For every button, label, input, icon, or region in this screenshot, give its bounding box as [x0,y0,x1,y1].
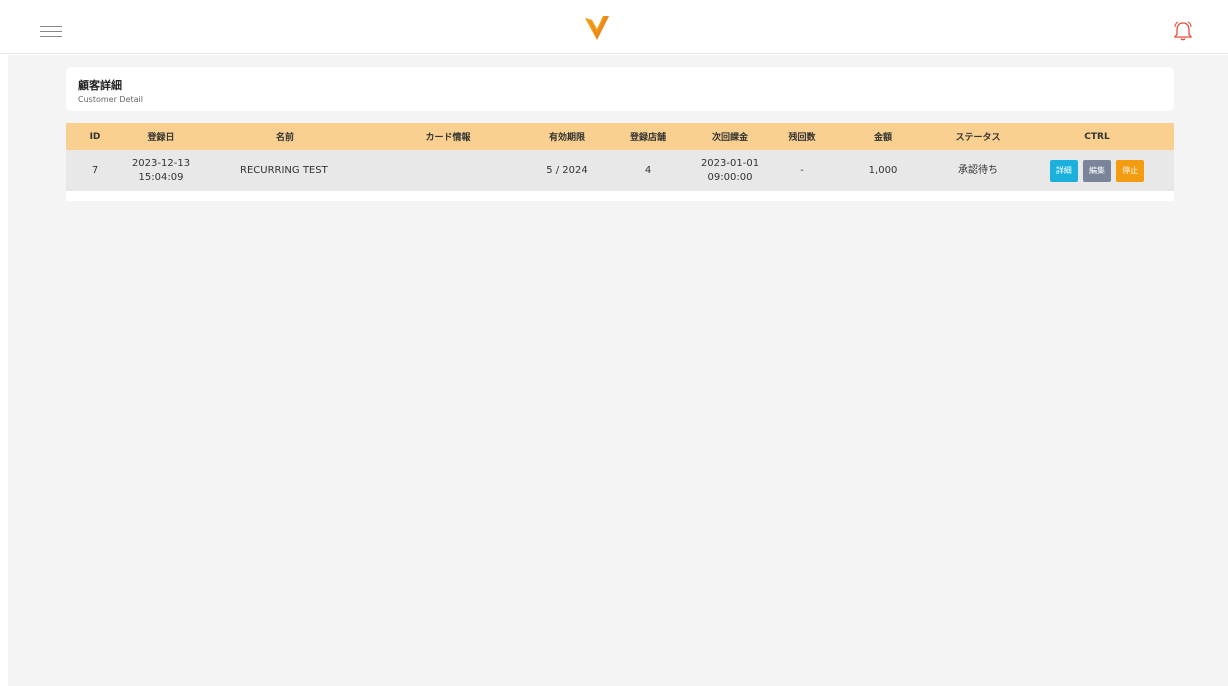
column-header-card[interactable]: カード情報 [372,123,524,150]
cell-amount: 1,000 [868,164,898,176]
cell-remaining: - [800,164,804,176]
cell-next-charge-time: 09:00:00 [707,171,753,183]
column-header-next-charge[interactable]: 次回課金 [686,123,774,150]
detail-button[interactable]: 詳細 [1049,159,1078,182]
column-header-status[interactable]: ステータス [936,123,1020,150]
table-header-row: ID 登録日 名前 カード情報 有効期限 登録店舗 次回課金 残回数 金額 ステ… [66,123,1174,150]
column-header-expiry[interactable]: 有効期限 [524,123,610,150]
column-header-amount[interactable]: 金額 [830,123,936,150]
customer-table: ID 登録日 名前 カード情報 有効期限 登録店舗 次回課金 残回数 金額 ステ… [66,123,1174,201]
column-header-store[interactable]: 登録店舗 [610,123,686,150]
column-header-ctrl: CTRL [1084,131,1110,142]
page-header-card: 顧客詳細 Customer Detail [66,67,1174,111]
bell-icon[interactable] [1172,20,1194,42]
cell-registered: 2023-12-13 15:04:09 [124,150,198,191]
cell-expiry: 5 / 2024 [546,164,588,176]
brand-logo[interactable] [583,14,611,42]
cell-registered-date: 2023-12-13 [131,157,191,169]
page-title: 顧客詳細 [78,79,122,92]
cell-registered-time: 15:04:09 [138,171,184,183]
table-row[interactable]: 7 2023-12-13 15:04:09 RECURRING TEST 5 /… [66,150,1174,191]
page-subtitle: Customer Detail [78,95,143,104]
column-header-name[interactable]: 名前 [198,123,372,150]
cell-id: 7 [91,164,99,176]
column-header-remaining[interactable]: 残回数 [774,123,830,150]
cell-card [372,150,524,191]
column-header-id[interactable]: ID [66,123,124,150]
cell-next-charge-date: 2023-01-01 [700,157,760,169]
stop-button[interactable]: 停止 [1116,159,1145,182]
cell-ctrl: 詳細 編集 停止 [1020,150,1174,191]
column-header-registered[interactable]: 登録日 [124,123,198,150]
main-content: 顧客詳細 Customer Detail ID 登録日 名前 カード情報 有効期… [8,55,1228,686]
cell-status: 承認待ち [958,164,998,176]
cell-next-charge: 2023-01-01 09:00:00 [686,150,774,191]
edit-button[interactable]: 編集 [1083,159,1111,182]
top-navigation-bar [0,0,1228,54]
cell-store: 4 [644,164,652,176]
hamburger-menu-icon[interactable] [40,26,62,38]
cell-name: RECURRING TEST [240,164,328,176]
